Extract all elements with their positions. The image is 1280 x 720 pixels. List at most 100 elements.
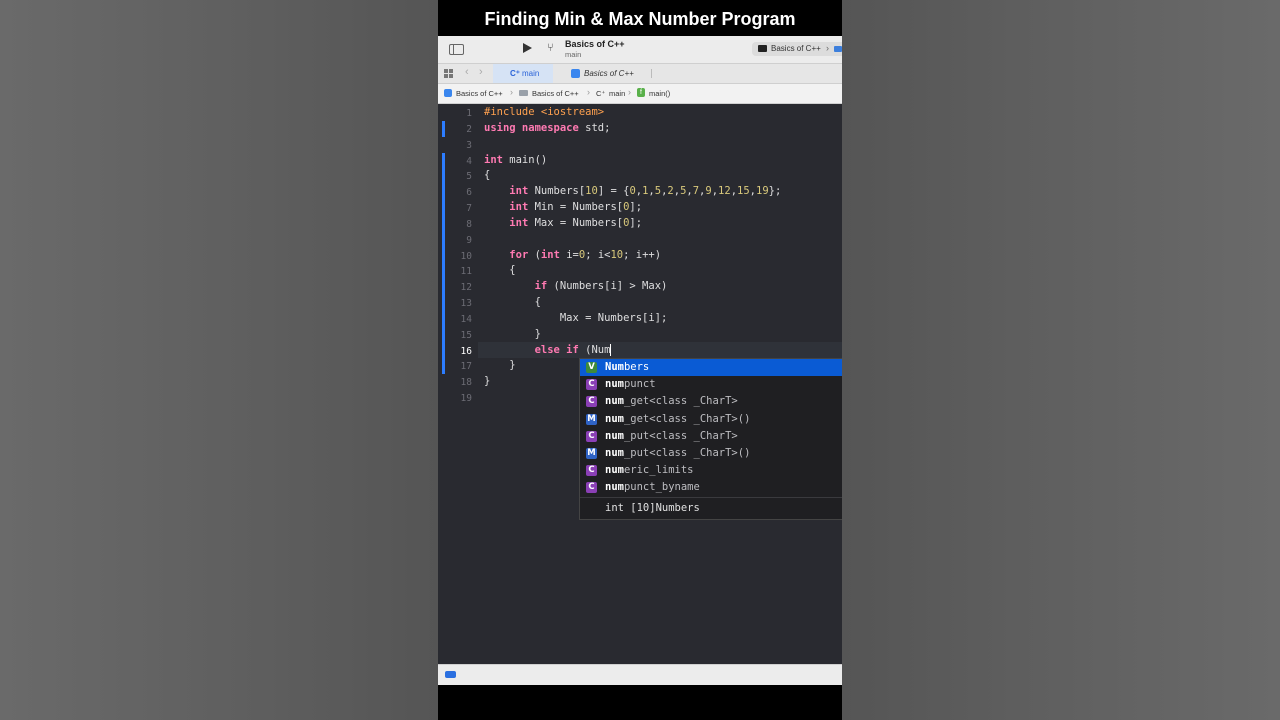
- number-literal: 19: [756, 185, 769, 197]
- keyword: if: [534, 280, 548, 292]
- line-number: 17: [460, 361, 472, 372]
- code-line[interactable]: 1 #include <iostream>: [438, 106, 842, 122]
- class-icon: C: [586, 430, 597, 442]
- code-line[interactable]: 9: [438, 233, 842, 249]
- match-text: Num: [605, 361, 624, 373]
- code-line[interactable]: 8 int Max = Numbers[0];: [438, 217, 842, 233]
- project-icon: [444, 89, 452, 97]
- video-frame: Finding Min & Max Number Program ⑂ Basic…: [438, 0, 842, 720]
- line-number: 13: [460, 298, 472, 309]
- video-title: Finding Min & Max Number Program: [484, 9, 796, 29]
- number-literal: 10: [585, 185, 598, 197]
- autocomplete-item[interactable]: M num_put<class _CharT>(): [580, 445, 842, 462]
- code-text: i=: [559, 248, 579, 261]
- keyword: int: [509, 201, 529, 213]
- code-text: ];: [629, 201, 643, 213]
- code-line-current[interactable]: 16 else if (Num: [438, 343, 842, 360]
- chevron-right-icon[interactable]: ›: [479, 66, 483, 78]
- code-line[interactable]: 13 {: [438, 296, 842, 312]
- code-text: (: [528, 248, 541, 261]
- chevron-right-icon: ›: [510, 87, 513, 97]
- jumpbar-project[interactable]: Basics of C++: [456, 89, 503, 98]
- autocomplete-item[interactable]: C num_get<class _CharT>: [580, 393, 842, 410]
- line-number: 8: [466, 219, 472, 230]
- code-text: std;: [578, 122, 611, 134]
- debug-area-toggle-icon[interactable]: [445, 671, 456, 678]
- jumpbar-folder[interactable]: Basics of C++: [532, 89, 579, 98]
- completion-text: eric_limits: [623, 464, 694, 477]
- code-line[interactable]: 15 }: [438, 328, 842, 344]
- number-literal: 12: [718, 185, 731, 197]
- number-literal: 1: [642, 185, 649, 197]
- number-literal: 7: [692, 185, 700, 197]
- match-text: num: [605, 412, 624, 425]
- code-line[interactable]: 10 for (int i=0; i<10; i++): [438, 249, 842, 265]
- match-text: num: [605, 395, 624, 408]
- code-text: Numbers[: [528, 185, 586, 197]
- code-text: }: [484, 375, 491, 387]
- chevron-right-icon: ›: [826, 43, 829, 53]
- keyword: using namespace: [484, 122, 579, 134]
- blurred-background-left: [0, 0, 438, 720]
- keyword: int: [484, 153, 503, 166]
- scheme-title[interactable]: Basics of C++: [565, 39, 625, 49]
- grid-icon[interactable]: [444, 69, 453, 78]
- variable-icon: V: [586, 362, 597, 373]
- line-number: 6: [466, 187, 472, 198]
- code-line[interactable]: 5 {: [438, 169, 842, 185]
- completion-text: punct: [623, 378, 656, 391]
- completion-text: _get<class _CharT>: [623, 395, 738, 408]
- chevron-left-icon[interactable]: ‹: [465, 66, 469, 78]
- chevron-right-icon: ›: [587, 87, 590, 97]
- autocomplete-item[interactable]: M num_get<class _CharT>(): [580, 411, 842, 428]
- line-number: 19: [460, 393, 472, 404]
- sidebar-toggle-icon[interactable]: [449, 44, 464, 55]
- completion-text: punct_byname: [623, 481, 700, 494]
- play-icon[interactable]: [523, 43, 532, 53]
- match-text: num: [605, 429, 624, 442]
- code-text: main(): [502, 153, 548, 166]
- code-text: ] = {: [597, 185, 630, 197]
- jumpbar-function[interactable]: main(): [649, 89, 670, 98]
- number-literal: 5: [654, 185, 662, 197]
- tab-project-label[interactable]: Basics of C++: [584, 69, 634, 78]
- tab-main-label[interactable]: main: [522, 69, 539, 78]
- line-number: 2: [466, 124, 472, 135]
- jumpbar-file[interactable]: main: [609, 89, 625, 98]
- autocomplete-item[interactable]: C numpunct: [580, 376, 842, 393]
- code-text: };: [768, 185, 782, 197]
- branch-icon: ⑂: [547, 42, 554, 54]
- code-line[interactable]: 6 int Numbers[10] = {0,1,5,2,5,7,9,12,15…: [438, 185, 842, 201]
- match-text: num: [605, 481, 624, 494]
- method-icon: M: [586, 413, 597, 425]
- line-number: 14: [460, 314, 472, 325]
- code-line[interactable]: 4 int main(): [438, 154, 842, 170]
- autocomplete-item[interactable]: C num_put<class _CharT>: [580, 428, 842, 445]
- autocomplete-item[interactable]: C numpunct_byname: [580, 479, 842, 496]
- code-line[interactable]: 14 Max = Numbers[i];: [438, 312, 842, 328]
- number-literal: 0: [629, 185, 636, 197]
- match-text: num: [605, 378, 624, 391]
- code-line[interactable]: 11 {: [438, 264, 842, 280]
- class-icon: C: [586, 465, 597, 477]
- code-text: Max = Numbers[i];: [559, 312, 668, 324]
- run-destination[interactable]: Basics of C++ ›: [752, 42, 842, 56]
- autocomplete-item[interactable]: V Numbers: [580, 359, 842, 377]
- code-text: {: [484, 169, 491, 181]
- code-line[interactable]: 2 using namespace std;: [438, 122, 842, 138]
- code-text: {: [509, 264, 516, 276]
- completion-text: _put<class _CharT>: [623, 429, 738, 442]
- code-line[interactable]: 7 int Min = Numbers[0];: [438, 201, 842, 217]
- number-literal: 2: [667, 185, 674, 197]
- code-text: Max = Numbers[: [528, 217, 624, 229]
- code-line[interactable]: 3: [438, 138, 842, 154]
- completion-text: _get<class _CharT>(): [623, 412, 751, 425]
- keyword: int: [509, 185, 529, 197]
- number-literal: 10: [610, 248, 624, 261]
- code-line[interactable]: 12 if (Numbers[i] > Max): [438, 280, 842, 296]
- code-text: ; i++): [623, 248, 662, 261]
- terminal-icon: [758, 45, 767, 52]
- text-cursor: [610, 343, 612, 356]
- keyword: int: [540, 248, 560, 261]
- autocomplete-item[interactable]: C numeric_limits: [580, 462, 842, 479]
